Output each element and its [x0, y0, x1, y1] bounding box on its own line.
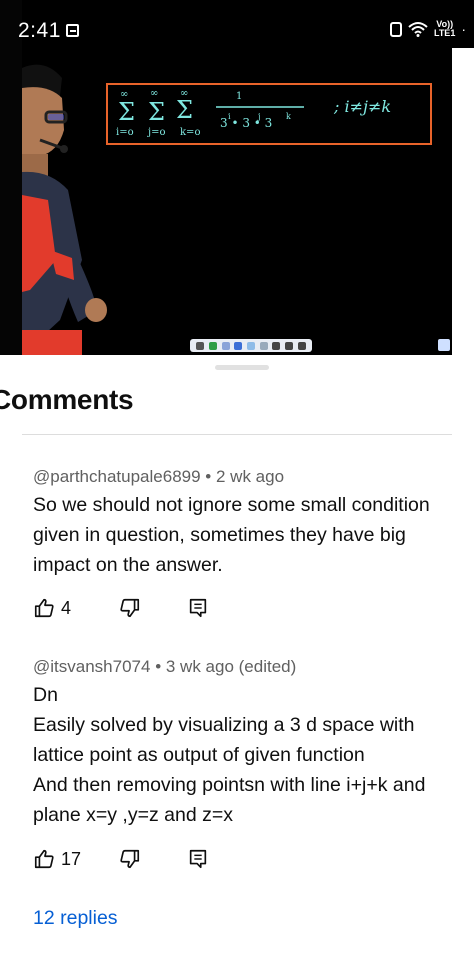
comments-divider [22, 434, 452, 435]
image-tool-icon [438, 339, 450, 351]
comment-author[interactable]: @parthchatupale6899 [33, 467, 201, 486]
undo-icon [284, 341, 293, 350]
formula-frame: ∞ ∞ ∞ Σ Σ Σ i=o j=o k=o 1 3 • 3 • 3 i j … [106, 83, 432, 145]
dislike-button[interactable] [119, 848, 141, 870]
reply-button[interactable] [187, 848, 209, 870]
reply-icon [189, 598, 207, 618]
comment-actions: 17 [33, 848, 209, 870]
arrow-tool-icon [272, 341, 281, 350]
view-replies-link[interactable]: 12 replies [33, 907, 118, 930]
whiteboard-toolbar [190, 339, 312, 352]
svg-text:j: j [257, 112, 260, 121]
comment-meta: @parthchatupale6899 • 2 wk ago [33, 467, 463, 487]
shape-tool-icon [234, 341, 243, 350]
dislike-icon [120, 598, 140, 618]
svg-text:Σ: Σ [148, 98, 165, 126]
comment-age: 3 wk ago (edited) [165, 657, 297, 676]
comments-title: Comments [0, 384, 134, 415]
triple-sum-formula: ∞ ∞ ∞ Σ Σ Σ i=o j=o k=o 1 3 • 3 • 3 i j … [116, 88, 304, 138]
comment-actions: 4 [33, 597, 209, 619]
dislike-button[interactable] [119, 597, 141, 619]
meta-separator: • [205, 467, 216, 486]
video-right-edge [452, 48, 474, 355]
like-icon [34, 849, 54, 869]
video-player[interactable]: ∞ ∞ ∞ Σ Σ Σ i=o j=o k=o 1 3 • 3 • 3 i j … [0, 0, 474, 355]
pen-tool-icon [221, 341, 230, 350]
like-button[interactable]: 4 [33, 597, 71, 619]
svg-text:j=o: j=o [147, 127, 166, 138]
reply-icon [189, 849, 207, 869]
svg-text:i=o: i=o [116, 127, 134, 138]
cursor-tool-icon [196, 341, 205, 350]
notification-icon [66, 24, 79, 37]
redo-icon [297, 341, 306, 350]
video-left-edge [0, 0, 22, 355]
svg-text:k: k [286, 112, 291, 121]
network-label: Vo)) LTE1 [433, 19, 456, 38]
svg-text:1: 1 [236, 91, 242, 102]
comment-item: @itsvansh7074 • 3 wk ago (edited) Dn Eas… [33, 657, 463, 830]
comment-text: Dn Easily solved by visualizing a 3 d sp… [33, 684, 426, 826]
lock-icon [389, 21, 402, 37]
formula-conditions: ; i≠j≠k [334, 97, 392, 116]
comment-text: So we should not ignore some small condi… [33, 494, 430, 576]
comment-age: 2 wk ago [215, 467, 285, 486]
eraser-tool-icon [246, 341, 255, 350]
comment-item: @parthchatupale6899 • 2 wk ago So we sho… [33, 467, 463, 580]
select-tool-icon [259, 341, 268, 350]
status-dot: · [461, 21, 466, 37]
marker-tool-icon [208, 341, 217, 350]
svg-text:k=o: k=o [180, 127, 200, 138]
like-button[interactable]: 17 [33, 848, 81, 870]
like-count: 17 [61, 848, 82, 869]
svg-text:Σ: Σ [176, 96, 193, 124]
comment-author[interactable]: @itsvansh7074 [33, 657, 150, 676]
reply-button[interactable] [187, 597, 209, 619]
meta-separator: • [155, 657, 166, 676]
comment-meta: @itsvansh7074 • 3 wk ago (edited) [33, 657, 463, 677]
status-time: 2:41 [18, 19, 61, 42]
wifi-icon [408, 22, 428, 37]
like-count: 4 [61, 597, 72, 618]
dislike-icon [120, 849, 140, 869]
status-icons: Vo)) LTE1 · [389, 19, 466, 38]
svg-text:i: i [228, 112, 231, 121]
svg-text:Σ: Σ [118, 98, 135, 126]
status-bar: 2:41 Vo)) LTE1 · [0, 0, 474, 48]
like-icon [34, 598, 54, 618]
sheet-drag-handle[interactable] [215, 365, 269, 370]
